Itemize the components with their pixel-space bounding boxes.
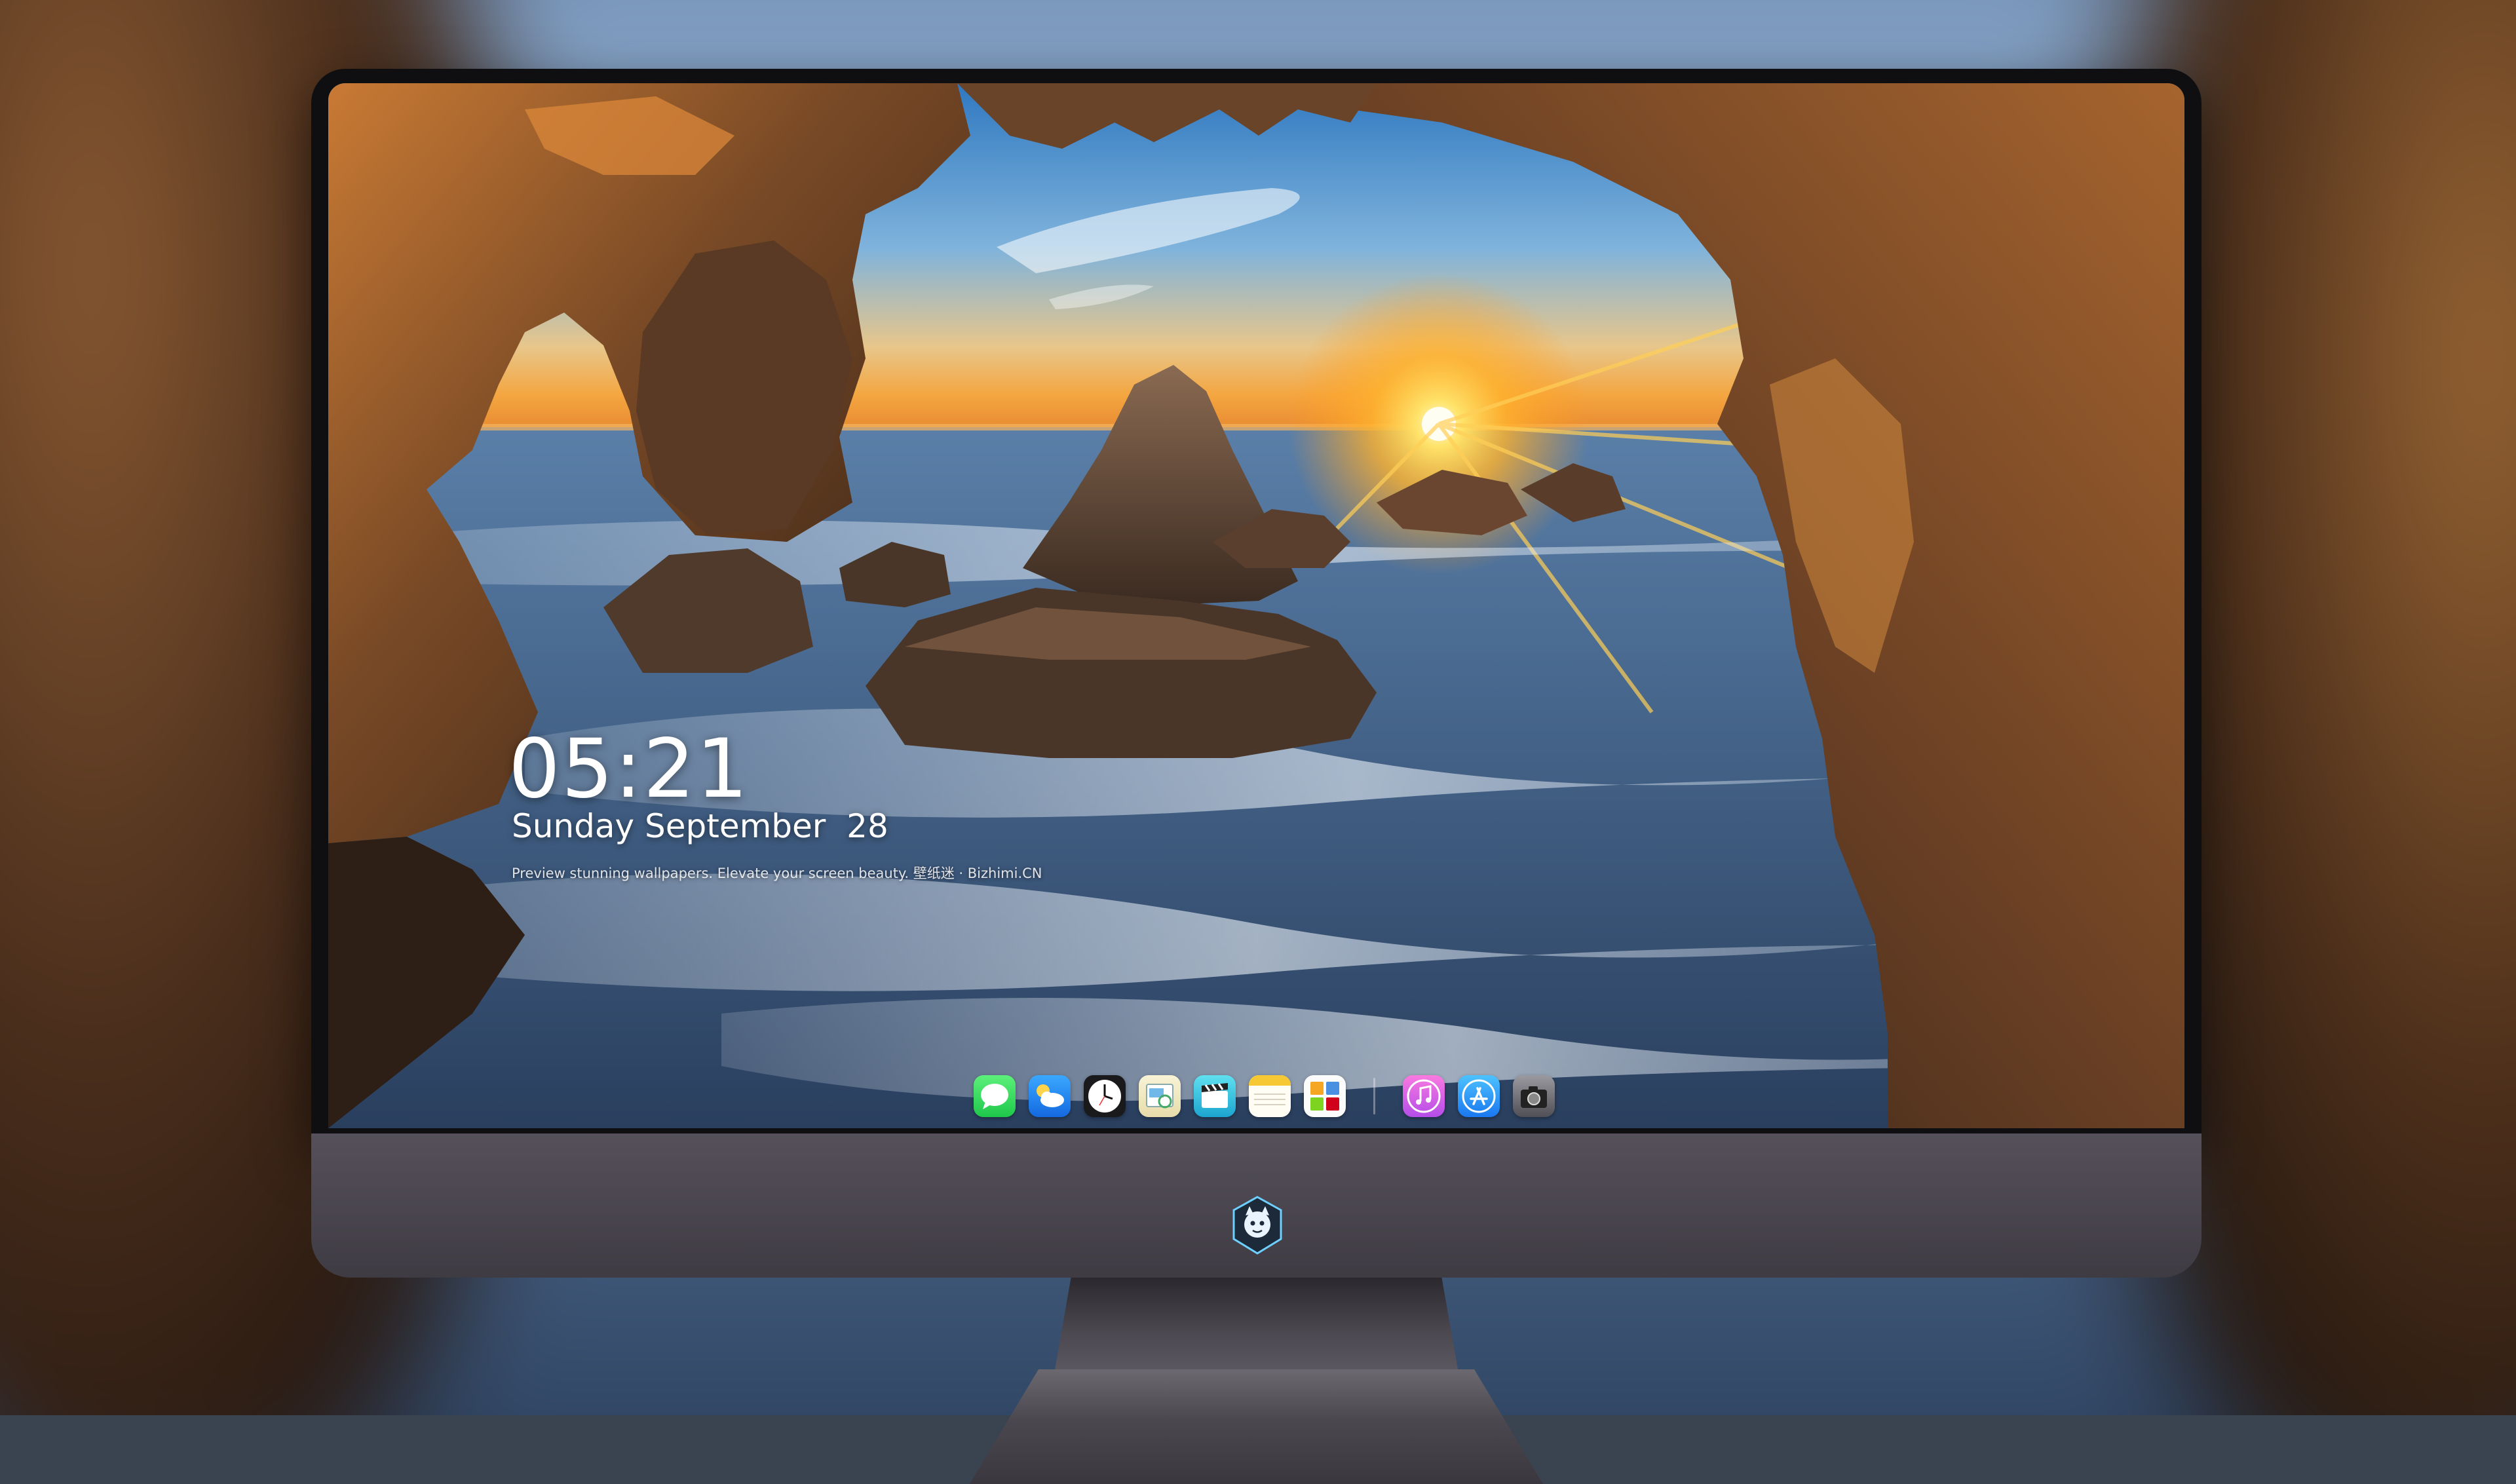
monitor-bezel: 05:21 Sunday September 28 Preview stunni… [311, 69, 2202, 1133]
music-note-app-icon[interactable] [1403, 1075, 1445, 1117]
weather-app-icon[interactable] [1029, 1075, 1071, 1117]
mascot-logo-icon [1232, 1196, 1282, 1255]
messages-app-icon[interactable] [974, 1075, 1016, 1117]
monitor-stand [970, 1369, 1543, 1484]
clips-app-icon[interactable] [1194, 1075, 1236, 1117]
lock-screen-time: 05:21 [508, 722, 750, 816]
clock-app-icon[interactable] [1084, 1075, 1126, 1117]
wallpaper-sea-cave-sunset [328, 83, 2184, 1128]
monitor: 05:21 Sunday September 28 Preview stunni… [311, 69, 2202, 1484]
mosaic-app-icon[interactable] [1304, 1075, 1346, 1117]
lock-screen-tagline: Preview stunning wallpapers. Elevate you… [512, 866, 1042, 881]
notes-app-icon[interactable] [1249, 1075, 1291, 1117]
dock [974, 1071, 1555, 1121]
monitor-neck [1055, 1278, 1458, 1369]
app-store-app-icon[interactable] [1458, 1075, 1500, 1117]
monitor-chin [311, 1133, 2202, 1278]
screen: 05:21 Sunday September 28 Preview stunni… [328, 83, 2184, 1128]
lock-screen-date: Sunday September 28 [512, 807, 888, 845]
dock-separator [1373, 1078, 1375, 1114]
camera-app-icon[interactable] [1513, 1075, 1555, 1117]
preview-app-icon[interactable] [1139, 1075, 1181, 1117]
